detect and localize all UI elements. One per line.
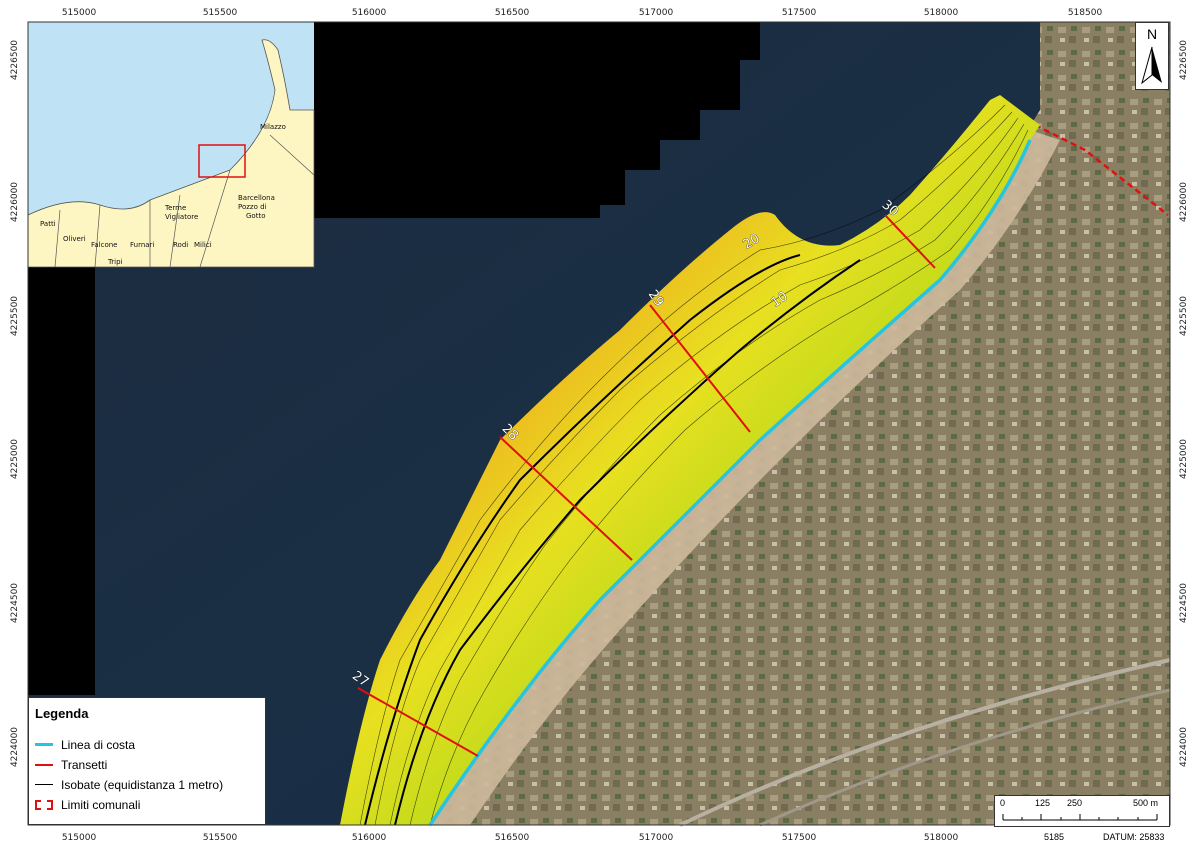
datum-label: DATUM: 25833 bbox=[1103, 832, 1165, 842]
isobath-symbol-icon bbox=[35, 780, 53, 790]
svg-text:515500: 515500 bbox=[203, 8, 238, 18]
svg-text:518500: 518500 bbox=[1068, 8, 1103, 18]
legend-label: Transetti bbox=[61, 758, 108, 772]
map-code: 5185 bbox=[1044, 832, 1065, 842]
svg-text:4226500: 4226500 bbox=[1179, 40, 1189, 80]
inset-label-vigliatore: Vigliatore bbox=[165, 213, 198, 221]
svg-text:518000: 518000 bbox=[924, 8, 959, 18]
legend-item-transects: Transetti bbox=[35, 755, 259, 775]
svg-text:515000: 515000 bbox=[62, 833, 97, 843]
inset-label-furnari: Furnari bbox=[130, 241, 154, 249]
coord-left: 4226500 4226000 4225500 4225000 4224500 … bbox=[10, 40, 20, 767]
inset-label-milazzo: Milazzo bbox=[260, 123, 286, 131]
svg-text:517000: 517000 bbox=[639, 833, 674, 843]
north-label: N bbox=[1146, 26, 1158, 42]
scale-bar-graphic bbox=[1002, 814, 1158, 821]
municipal-limits-symbol-icon bbox=[35, 800, 53, 810]
inset-map: Milazzo Terme Vigliatore Barcellona Pozz… bbox=[27, 22, 315, 268]
svg-text:4225000: 4225000 bbox=[10, 439, 20, 479]
svg-text:4225500: 4225500 bbox=[1179, 296, 1189, 336]
svg-text:517000: 517000 bbox=[639, 8, 674, 18]
legend: Legenda Linea di costa Transetti Isobate… bbox=[28, 697, 266, 825]
coord-right: 4226500 4226000 4225500 4225000 4224500 … bbox=[1179, 40, 1189, 767]
scale-tick-250: 250 bbox=[1067, 798, 1083, 808]
transect-symbol-icon bbox=[35, 760, 53, 770]
inset-label-pozzo: Pozzo di bbox=[238, 203, 267, 211]
svg-text:516000: 516000 bbox=[352, 8, 387, 18]
scale-tick-0: 0 bbox=[1000, 798, 1006, 808]
coord-bottom: 515000 515500 516000 516500 517000 51750… bbox=[62, 833, 959, 843]
svg-text:517500: 517500 bbox=[782, 833, 817, 843]
inset-label-terme: Terme bbox=[164, 204, 186, 212]
svg-text:4226000: 4226000 bbox=[10, 182, 20, 222]
scale-tick-500: 500 m bbox=[1133, 798, 1159, 808]
inset-label-milici: Milici bbox=[194, 241, 212, 249]
north-arrow: N bbox=[1135, 22, 1169, 90]
svg-text:4226500: 4226500 bbox=[10, 40, 20, 80]
svg-text:4224000: 4224000 bbox=[1179, 727, 1189, 767]
legend-label: Linea di costa bbox=[61, 738, 136, 752]
inset-label-gotto: Gotto bbox=[246, 212, 265, 220]
scale-bar: 0 125 250 500 m bbox=[994, 795, 1170, 827]
svg-text:4224500: 4224500 bbox=[1179, 583, 1189, 623]
legend-item-isobaths: Isobate (equidistanza 1 metro) bbox=[35, 775, 259, 795]
legend-item-coast: Linea di costa bbox=[35, 735, 259, 755]
svg-text:517500: 517500 bbox=[782, 8, 817, 18]
svg-text:4224500: 4224500 bbox=[10, 583, 20, 623]
svg-text:4226000: 4226000 bbox=[1179, 182, 1189, 222]
legend-label: Isobate (equidistanza 1 metro) bbox=[61, 778, 224, 792]
inset-label-rodi: Rodi bbox=[173, 241, 188, 249]
inset-label-tripi: Tripi bbox=[107, 258, 123, 266]
svg-text:515500: 515500 bbox=[203, 833, 238, 843]
inset-label-falcone: Falcone bbox=[91, 241, 118, 249]
svg-text:4225000: 4225000 bbox=[1179, 439, 1189, 479]
legend-label: Limiti comunali bbox=[61, 798, 141, 812]
legend-title: Legenda bbox=[35, 706, 89, 721]
scale-tick-125: 125 bbox=[1035, 798, 1051, 808]
svg-text:4224000: 4224000 bbox=[10, 727, 20, 767]
coord-top: 515000 515500 516000 516500 517000 51750… bbox=[62, 8, 1103, 18]
svg-text:518000: 518000 bbox=[924, 833, 959, 843]
inset-label-patti: Patti bbox=[40, 220, 56, 228]
inset-label-oliveri: Oliveri bbox=[63, 235, 86, 243]
north-arrow-icon bbox=[1141, 46, 1162, 85]
svg-text:516500: 516500 bbox=[495, 833, 530, 843]
coastline-symbol-icon bbox=[35, 740, 53, 750]
svg-text:515000: 515000 bbox=[62, 8, 97, 18]
svg-text:516000: 516000 bbox=[352, 833, 387, 843]
svg-text:516500: 516500 bbox=[495, 8, 530, 18]
legend-item-limits: Limiti comunali bbox=[35, 795, 259, 815]
inset-label-barcellona: Barcellona bbox=[238, 194, 275, 202]
svg-text:4225500: 4225500 bbox=[10, 296, 20, 336]
